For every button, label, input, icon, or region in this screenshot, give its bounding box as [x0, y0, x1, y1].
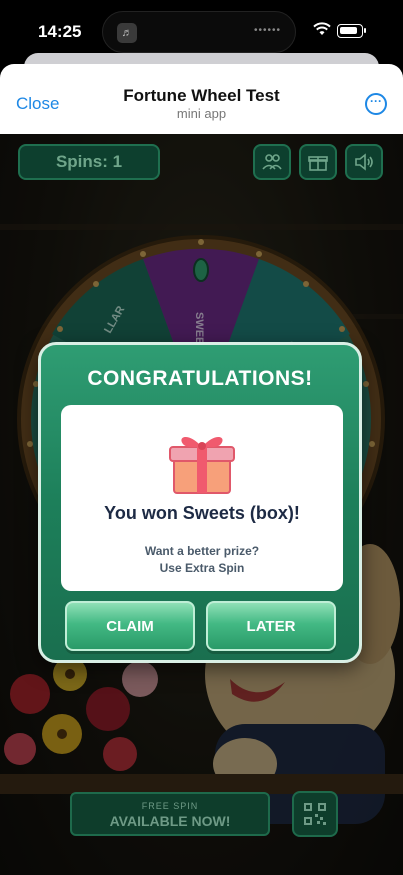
battery-icon: [337, 24, 366, 38]
speaker-icon: ♬: [117, 23, 137, 43]
spins-counter-button[interactable]: Spins: 1: [18, 144, 160, 180]
app-title: Fortune Wheel Test: [123, 86, 280, 105]
free-spin-small-label: FREE SPIN: [141, 801, 199, 811]
free-spin-button[interactable]: FREE SPIN AVAILABLE NOW!: [70, 792, 270, 836]
extra-spin-line: Use Extra Spin: [159, 561, 245, 575]
prize-card: You won Sweets (box)! Want a better priz…: [61, 405, 343, 591]
wifi-icon: [313, 22, 331, 35]
extra-spin-hint: Want a better prize? Use Extra Spin: [61, 543, 343, 577]
won-prize-text: You won Sweets (box)!: [104, 503, 300, 523]
status-bar: 14:25 ♬ ••••••: [0, 0, 403, 56]
users-icon[interactable]: [253, 144, 291, 180]
status-time: 14:25: [38, 22, 82, 41]
better-prize-line: Want a better prize?: [144, 544, 260, 558]
spins-label: Spins: 1: [55, 152, 123, 171]
modal-title: CONGRATULATIONS!: [87, 367, 313, 390]
gift-box-icon: [169, 436, 235, 494]
speaker-icon[interactable]: [345, 144, 383, 180]
later-button[interactable]: LATER: [206, 601, 336, 651]
dots-icon: ••••••: [253, 25, 281, 36]
gift-icon[interactable]: [299, 144, 337, 180]
app-subtitle: mini app: [176, 106, 227, 121]
free-spin-main-label: AVAILABLE NOW!: [109, 813, 231, 829]
ellipsis-circle-icon[interactable]: ···: [365, 93, 387, 115]
sheet-header: Close Fortune Wheel Test mini app ···: [0, 64, 403, 134]
congratulations-modal: CONGRATULATIONS! You won Sweets (box)! W…: [38, 342, 362, 663]
dynamic-island: ♬ ••••••: [102, 11, 296, 53]
claim-button[interactable]: CLAIM: [65, 601, 195, 651]
qr-code-icon[interactable]: [292, 791, 338, 837]
